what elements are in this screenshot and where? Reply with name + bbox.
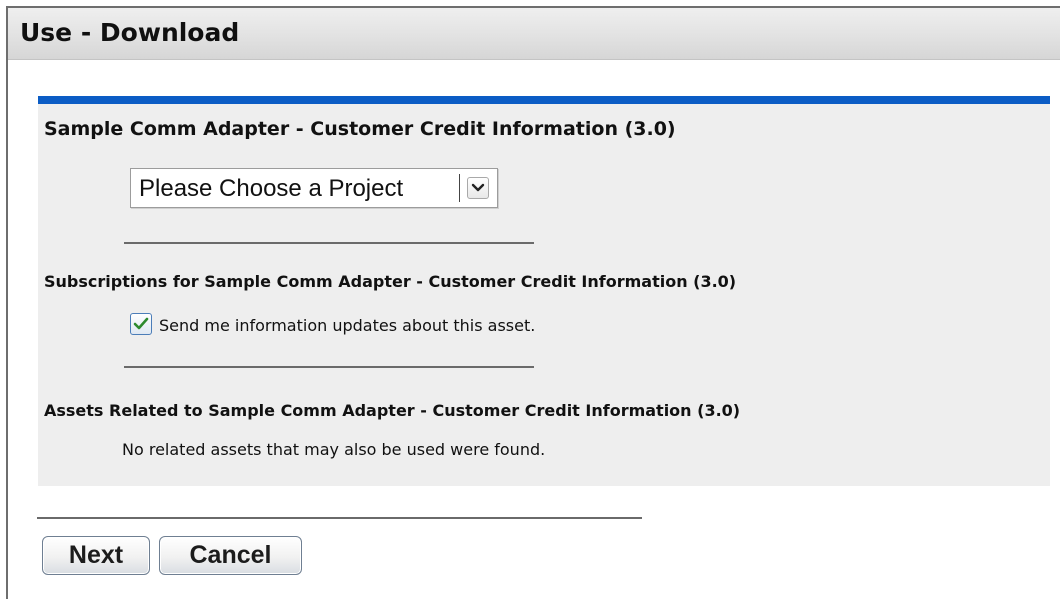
chevron-down-icon[interactable] <box>467 177 489 199</box>
next-button[interactable]: Next <box>42 536 150 575</box>
cancel-button[interactable]: Cancel <box>159 536 302 575</box>
use-download-dialog: Use - Download Sample Comm Adapter - Cus… <box>6 6 1060 599</box>
section-divider <box>124 366 534 368</box>
dialog-title: Use - Download <box>20 18 240 47</box>
footer-divider <box>37 517 642 519</box>
asset-name-heading: Sample Comm Adapter - Customer Credit In… <box>44 118 676 140</box>
project-select-value: Please Choose a Project <box>139 175 404 202</box>
select-divider <box>459 174 460 202</box>
related-assets-heading: Assets Related to Sample Comm Adapter - … <box>44 401 741 420</box>
checkmark-icon <box>133 317 149 330</box>
title-bar: Use - Download <box>8 8 1060 60</box>
project-select[interactable]: Please Choose a Project <box>130 168 498 208</box>
subscriptions-heading: Subscriptions for Sample Comm Adapter - … <box>44 272 737 291</box>
subscribe-updates-label: Send me information updates about this a… <box>159 316 536 335</box>
asset-options-panel: Sample Comm Adapter - Customer Credit In… <box>38 96 1050 486</box>
section-divider <box>124 242 534 244</box>
subscribe-updates-checkbox[interactable] <box>130 313 152 335</box>
related-assets-message: No related assets that may also be used … <box>122 440 546 459</box>
